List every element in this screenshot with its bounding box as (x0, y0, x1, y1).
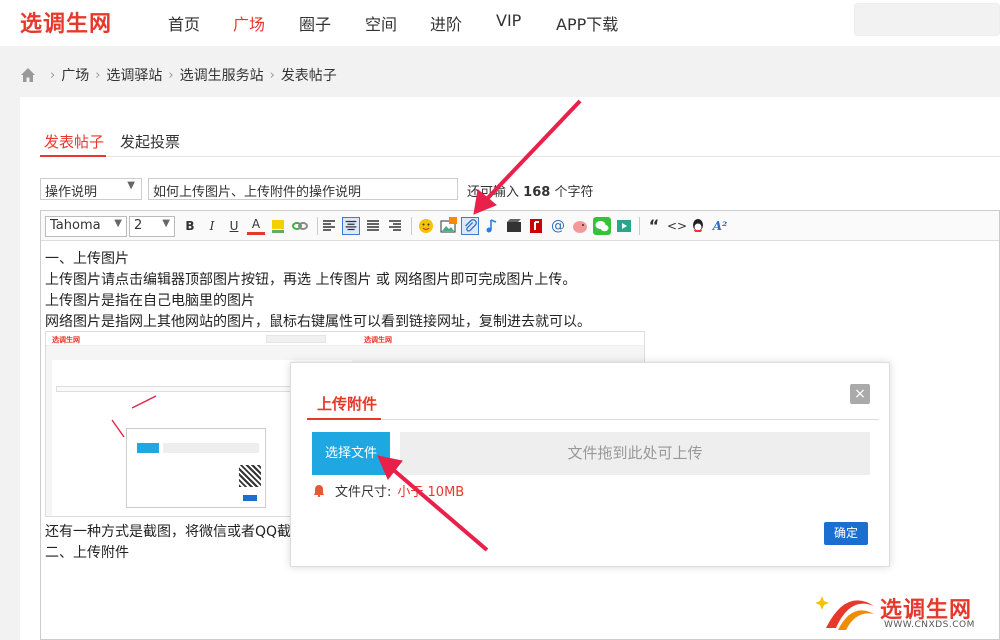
nav-circle[interactable]: 圈子 (299, 11, 331, 35)
breadcrumb-square[interactable]: 广场 (61, 65, 89, 85)
file-drop-zone[interactable]: 文件拖到此处可上传 (400, 432, 870, 475)
font-size-value: 2 (134, 218, 143, 233)
toolbar-divider (639, 217, 640, 235)
thumbnail-logo: 选调生网 (364, 336, 392, 344)
thumbnail-button (137, 443, 159, 453)
tab-divider (106, 156, 1000, 157)
active-tab-indicator (40, 155, 106, 157)
content-line: 二、上传附件 (45, 545, 129, 561)
upload-attachment-dialog: 上传附件 × 选择文件 文件拖到此处可上传 文件尺寸: 小于 10MB 确定 (290, 362, 890, 567)
nav-square[interactable]: 广场 (233, 11, 265, 35)
site-watermark: 选调生网 WWW.CNXDS.COM (816, 586, 1000, 640)
title-input[interactable]: 如何上传图片、上传附件的操作说明 (148, 178, 458, 200)
file-size-note: 文件尺寸: 小于 10MB (313, 481, 464, 500)
tab-post[interactable]: 发表帖子 (44, 131, 104, 152)
remaining-prefix: 还可输入 (467, 185, 520, 200)
bell-icon (314, 485, 324, 497)
caret-down-icon: ▼ (162, 218, 170, 229)
nav-vip[interactable]: VIP (496, 11, 521, 30)
breadcrumb-station[interactable]: 选调驿站 (106, 65, 162, 85)
thumbnail-dialog (126, 428, 266, 508)
watermark-url: WWW.CNXDS.COM (884, 620, 975, 630)
remaining-suffix: 个字符 (554, 185, 594, 200)
align-left-icon[interactable] (320, 217, 338, 235)
close-button[interactable]: × (850, 384, 870, 404)
quote-button[interactable]: “ (645, 217, 663, 235)
video-icon[interactable] (505, 217, 523, 235)
media-icon[interactable] (615, 217, 633, 235)
align-right-icon[interactable] (386, 217, 404, 235)
nav-app-download[interactable]: APP下载 (556, 11, 618, 35)
file-size-value: 小于 10MB (397, 485, 465, 500)
emoji-icon[interactable] (417, 217, 435, 235)
site-logo[interactable]: 选调生网 (20, 6, 112, 38)
content-line: 上传图片请点击编辑器顶部图片按钮，再选 上传图片 或 网络图片即可完成图片上传。 (45, 272, 577, 288)
choose-file-button[interactable]: 选择文件 (312, 432, 390, 475)
breadcrumb-service[interactable]: 选调生服务站 (180, 65, 264, 85)
home-icon[interactable] (20, 67, 36, 83)
attachment-icon[interactable] (461, 217, 479, 235)
breadcrumb: › 广场 › 选调驿站 › 选调生服务站 › 发表帖子 (20, 66, 337, 84)
top-navbar: 选调生网 首页 广场 圈子 空间 进阶 VIP APP下载 (0, 0, 1000, 46)
text-style-icon[interactable]: A² (711, 217, 729, 235)
align-center-icon[interactable] (342, 217, 360, 235)
content-line: 网络图片是指网上其他网站的图片，鼠标右键属性可以看到链接网址，复制进去就可以。 (45, 314, 591, 330)
nav-home[interactable]: 首页 (168, 11, 200, 35)
wechat-icon[interactable] (593, 217, 611, 235)
image-icon[interactable] (439, 217, 457, 235)
thumbnail-field (163, 443, 259, 453)
piggy-icon[interactable] (571, 217, 589, 235)
italic-button[interactable]: I (203, 217, 221, 235)
dialog-divider (381, 419, 879, 420)
code-button[interactable]: <> (667, 217, 687, 235)
highlight-icon[interactable] (269, 217, 287, 235)
dialog-title[interactable]: 上传附件 (317, 393, 377, 414)
category-select[interactable]: 操作说明 ▼ (40, 178, 142, 200)
thumbnail-ok (243, 495, 257, 501)
editor-content-after: 还有一种方式是截图，将微信或者QQ截 二、上传附件 (45, 522, 291, 564)
font-family-select[interactable]: Tahoma ▼ (45, 216, 127, 237)
link-icon[interactable] (291, 217, 309, 235)
underline-button[interactable]: U (225, 217, 243, 235)
chevron-right-icon: › (269, 67, 275, 83)
content-line: 还有一种方式是截图，将微信或者QQ截 (45, 524, 292, 540)
remaining-chars: 还可输入 168 个字符 (467, 181, 593, 200)
logo-swoosh-icon (816, 596, 874, 630)
confirm-button[interactable]: 确定 (824, 522, 868, 545)
category-value: 操作说明 (45, 185, 98, 200)
qq-icon[interactable] (689, 217, 707, 235)
chevron-right-icon: › (95, 67, 101, 83)
file-size-label: 文件尺寸: (335, 485, 392, 500)
remaining-count: 168 (523, 185, 551, 200)
qr-code-icon (239, 465, 261, 487)
chevron-right-icon: › (50, 67, 56, 83)
editor-content: 一、上传图片 上传图片请点击编辑器顶部图片按钮，再选 上传图片 或 网络图片即可… (45, 249, 591, 333)
flash-icon[interactable] (527, 217, 545, 235)
content-line: 一、上传图片 (45, 251, 129, 267)
toolbar-divider (317, 217, 318, 235)
font-color-button[interactable]: A (247, 217, 265, 235)
mention-icon[interactable]: @ (549, 217, 567, 235)
tab-poll[interactable]: 发起投票 (120, 131, 180, 152)
content-line: 上传图片是指在自己电脑里的图片 (45, 293, 255, 309)
thumbnail-logo: 选调生网 (52, 336, 80, 344)
music-icon[interactable] (483, 217, 501, 235)
search-input[interactable] (854, 3, 1000, 36)
thumbnail-navbar: 选调生网 选调生网 (46, 332, 644, 346)
chevron-right-icon: › (168, 67, 174, 83)
nav-advance[interactable]: 进阶 (430, 11, 462, 35)
dialog-tab-indicator (307, 418, 381, 420)
caret-down-icon: ▼ (127, 180, 135, 191)
toolbar-divider (411, 217, 412, 235)
nav-space[interactable]: 空间 (365, 11, 397, 35)
editor-toolbar: Tahoma ▼ 2 ▼ B I U A @ “ <> A² (41, 211, 999, 241)
caret-down-icon: ▼ (114, 218, 122, 229)
align-justify-icon[interactable] (364, 217, 382, 235)
font-family-value: Tahoma (50, 218, 101, 233)
breadcrumb-current: 发表帖子 (280, 68, 337, 84)
thumbnail-search (266, 335, 326, 343)
font-size-select[interactable]: 2 ▼ (129, 216, 175, 237)
bold-button[interactable]: B (181, 217, 199, 235)
